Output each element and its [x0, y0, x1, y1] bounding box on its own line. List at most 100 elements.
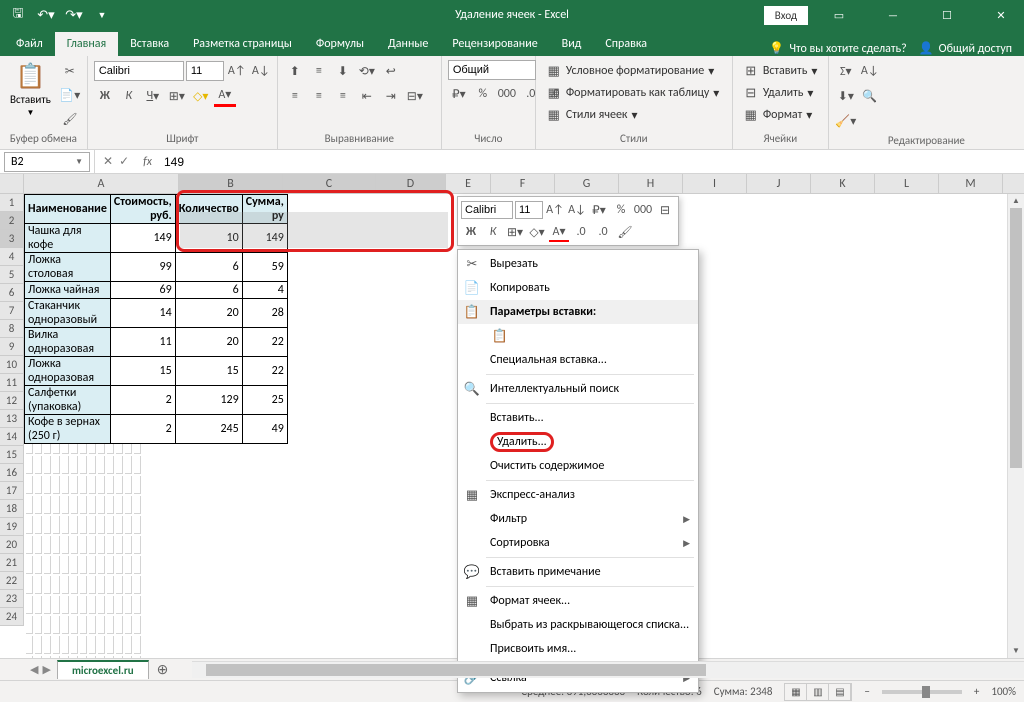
mini-italic-icon[interactable]: К — [483, 222, 503, 242]
ribbon-options-icon[interactable]: ▭ — [816, 0, 862, 30]
tab-home[interactable]: Главная — [55, 32, 118, 56]
decrease-font-icon[interactable]: A↓ — [250, 60, 272, 82]
zoom-slider[interactable] — [882, 690, 962, 694]
fx-icon[interactable]: fx — [137, 155, 158, 169]
comma-icon[interactable]: 000 — [496, 83, 518, 105]
align-right-icon[interactable]: ≡ — [332, 85, 354, 107]
ctx-cut[interactable]: ✂Вырезать — [458, 252, 698, 276]
tab-data[interactable]: Данные — [376, 32, 440, 56]
scroll-thumb-v[interactable] — [1010, 208, 1022, 468]
align-left-icon[interactable]: ≡ — [284, 85, 306, 107]
mini-size-input[interactable] — [515, 201, 543, 219]
cell-styles-button[interactable]: ▦Стили ячеек▾ — [542, 104, 642, 126]
redo-icon[interactable]: ↷▾ — [62, 3, 86, 27]
ctx-comment[interactable]: 💬Вставить примечание — [458, 560, 698, 584]
data-table[interactable]: НаименованиеСтоимость, руб.КоличествоСум… — [24, 194, 288, 444]
minimize-icon[interactable]: — — [870, 0, 916, 30]
mini-dec-dec-icon[interactable]: .0 — [593, 222, 613, 242]
align-middle-icon[interactable]: ≡ — [308, 60, 330, 82]
mini-inc-dec-icon[interactable]: .0 — [571, 222, 591, 242]
wrap-text-icon[interactable]: ↩ — [380, 60, 402, 82]
mini-currency-icon[interactable]: ₽▾ — [589, 200, 609, 220]
bold-icon[interactable]: Ж — [94, 85, 116, 107]
tab-view[interactable]: Вид — [550, 32, 594, 56]
tab-review[interactable]: Рецензирование — [440, 32, 549, 56]
horizontal-scrollbar[interactable] — [192, 661, 1024, 678]
copy-icon[interactable]: 📄▾ — [59, 84, 81, 106]
font-name-input[interactable] — [94, 61, 184, 81]
underline-icon[interactable]: Ч▾ — [142, 85, 164, 107]
orientation-icon[interactable]: ⟲▾ — [356, 60, 378, 82]
mini-border-icon[interactable]: ⊞▾ — [505, 222, 525, 242]
ctx-filter[interactable]: Фильтр▶ — [458, 507, 698, 531]
ctx-delete[interactable]: Удалить... — [458, 430, 698, 454]
align-top-icon[interactable]: ⬆ — [284, 60, 306, 82]
mini-inc-font-icon[interactable]: A↑ — [545, 200, 565, 220]
ctx-sort[interactable]: Сортировка▶ — [458, 531, 698, 555]
ctx-dropdown-list[interactable]: Выбрать из раскрывающегося списка... — [458, 613, 698, 637]
save-icon[interactable]: 🖫 — [6, 3, 30, 27]
find-icon[interactable]: 🔍 — [859, 85, 881, 107]
scroll-thumb-h[interactable] — [206, 664, 706, 676]
tell-me-search[interactable]: 💡 Что вы хотите сделать? — [769, 41, 906, 56]
sheet-next-icon[interactable]: ▶ — [42, 663, 50, 676]
sort-filter-icon[interactable]: A↓ — [859, 60, 881, 82]
view-page-icon[interactable]: ▥ — [807, 684, 829, 700]
mini-comma-icon[interactable]: 000 — [633, 200, 653, 220]
ctx-copy[interactable]: 📄Копировать — [458, 276, 698, 300]
mini-fill-icon[interactable]: ◇▾ — [527, 222, 547, 242]
format-as-table-button[interactable]: ▦Форматировать как таблицу▾ — [542, 82, 724, 104]
paste-button[interactable]: 📋 Вставить ▼ — [6, 60, 55, 120]
view-normal-icon[interactable]: ▦ — [785, 684, 807, 700]
column-headers[interactable]: ABCDEFGHIJKLM — [24, 174, 1024, 194]
add-sheet-icon[interactable]: ⊕ — [149, 661, 177, 678]
mini-color-icon[interactable]: A▾ — [549, 222, 569, 242]
tab-layout[interactable]: Разметка страницы — [181, 32, 304, 56]
qat-customize-icon[interactable]: ▼ — [90, 3, 114, 27]
format-cells-button[interactable]: ▦Формат▾ — [739, 104, 817, 126]
tab-file[interactable]: Файл — [4, 32, 55, 56]
tab-insert[interactable]: Вставка — [118, 32, 181, 56]
mini-dec-font-icon[interactable]: A↓ — [567, 200, 587, 220]
delete-cells-button[interactable]: ⊟Удалить▾ — [739, 82, 818, 104]
ctx-define-name[interactable]: Присвоить имя... — [458, 637, 698, 661]
align-bottom-icon[interactable]: ⬇ — [332, 60, 354, 82]
mini-bold-icon[interactable]: Ж — [461, 222, 481, 242]
insert-cells-button[interactable]: ⊞Вставить▾ — [739, 60, 822, 82]
increase-font-icon[interactable]: A↑ — [226, 60, 248, 82]
ctx-smart-lookup[interactable]: 🔍Интеллектуальный поиск — [458, 377, 698, 401]
sheet-nav[interactable]: ◀▶ — [24, 663, 57, 676]
font-size-input[interactable] — [186, 61, 224, 81]
ctx-paste-special[interactable]: Специальная вставка... — [458, 348, 698, 372]
zoom-in-icon[interactable]: + — [974, 685, 979, 698]
cancel-formula-icon[interactable]: ✕ — [103, 154, 113, 169]
number-format-select[interactable] — [448, 60, 536, 80]
cut-icon[interactable]: ✂ — [59, 60, 81, 82]
vertical-scrollbar[interactable]: ▲ ▼ — [1007, 194, 1024, 658]
enter-formula-icon[interactable]: ✓ — [119, 154, 129, 169]
mini-font-input[interactable] — [461, 201, 513, 219]
formula-input[interactable] — [158, 150, 1024, 173]
tab-formulas[interactable]: Формулы — [304, 32, 376, 56]
sheet-prev-icon[interactable]: ◀ — [30, 663, 38, 676]
merge-icon[interactable]: ⊟▾ — [404, 85, 426, 107]
select-all-corner[interactable] — [0, 174, 24, 194]
autosum-icon[interactable]: Σ▾ — [835, 60, 857, 82]
view-buttons[interactable]: ▦▥▤ — [784, 683, 852, 701]
align-center-icon[interactable]: ≡ — [308, 85, 330, 107]
sheet-tab[interactable]: microexcel.ru — [57, 660, 149, 679]
ctx-insert[interactable]: Вставить... — [458, 406, 698, 430]
undo-icon[interactable]: ↶▾ — [34, 3, 58, 27]
decrease-indent-icon[interactable]: ⇤ — [356, 85, 378, 107]
scroll-up-icon[interactable]: ▲ — [1008, 194, 1024, 208]
login-button[interactable]: Вход — [764, 6, 808, 25]
maximize-icon[interactable]: ☐ — [924, 0, 970, 30]
increase-indent-icon[interactable]: ⇥ — [380, 85, 402, 107]
ctx-clear[interactable]: Очистить содержимое — [458, 454, 698, 478]
mini-percent-icon[interactable]: % — [611, 200, 631, 220]
row-headers[interactable]: 123456789101112131415161718192021222324 — [0, 194, 24, 626]
format-painter-icon[interactable]: 🖌 — [59, 108, 81, 130]
conditional-formatting-button[interactable]: ▦Условное форматирование▾ — [542, 60, 718, 82]
clear-icon[interactable]: 🧹▾ — [835, 110, 857, 132]
currency-icon[interactable]: ₽▾ — [448, 83, 470, 105]
